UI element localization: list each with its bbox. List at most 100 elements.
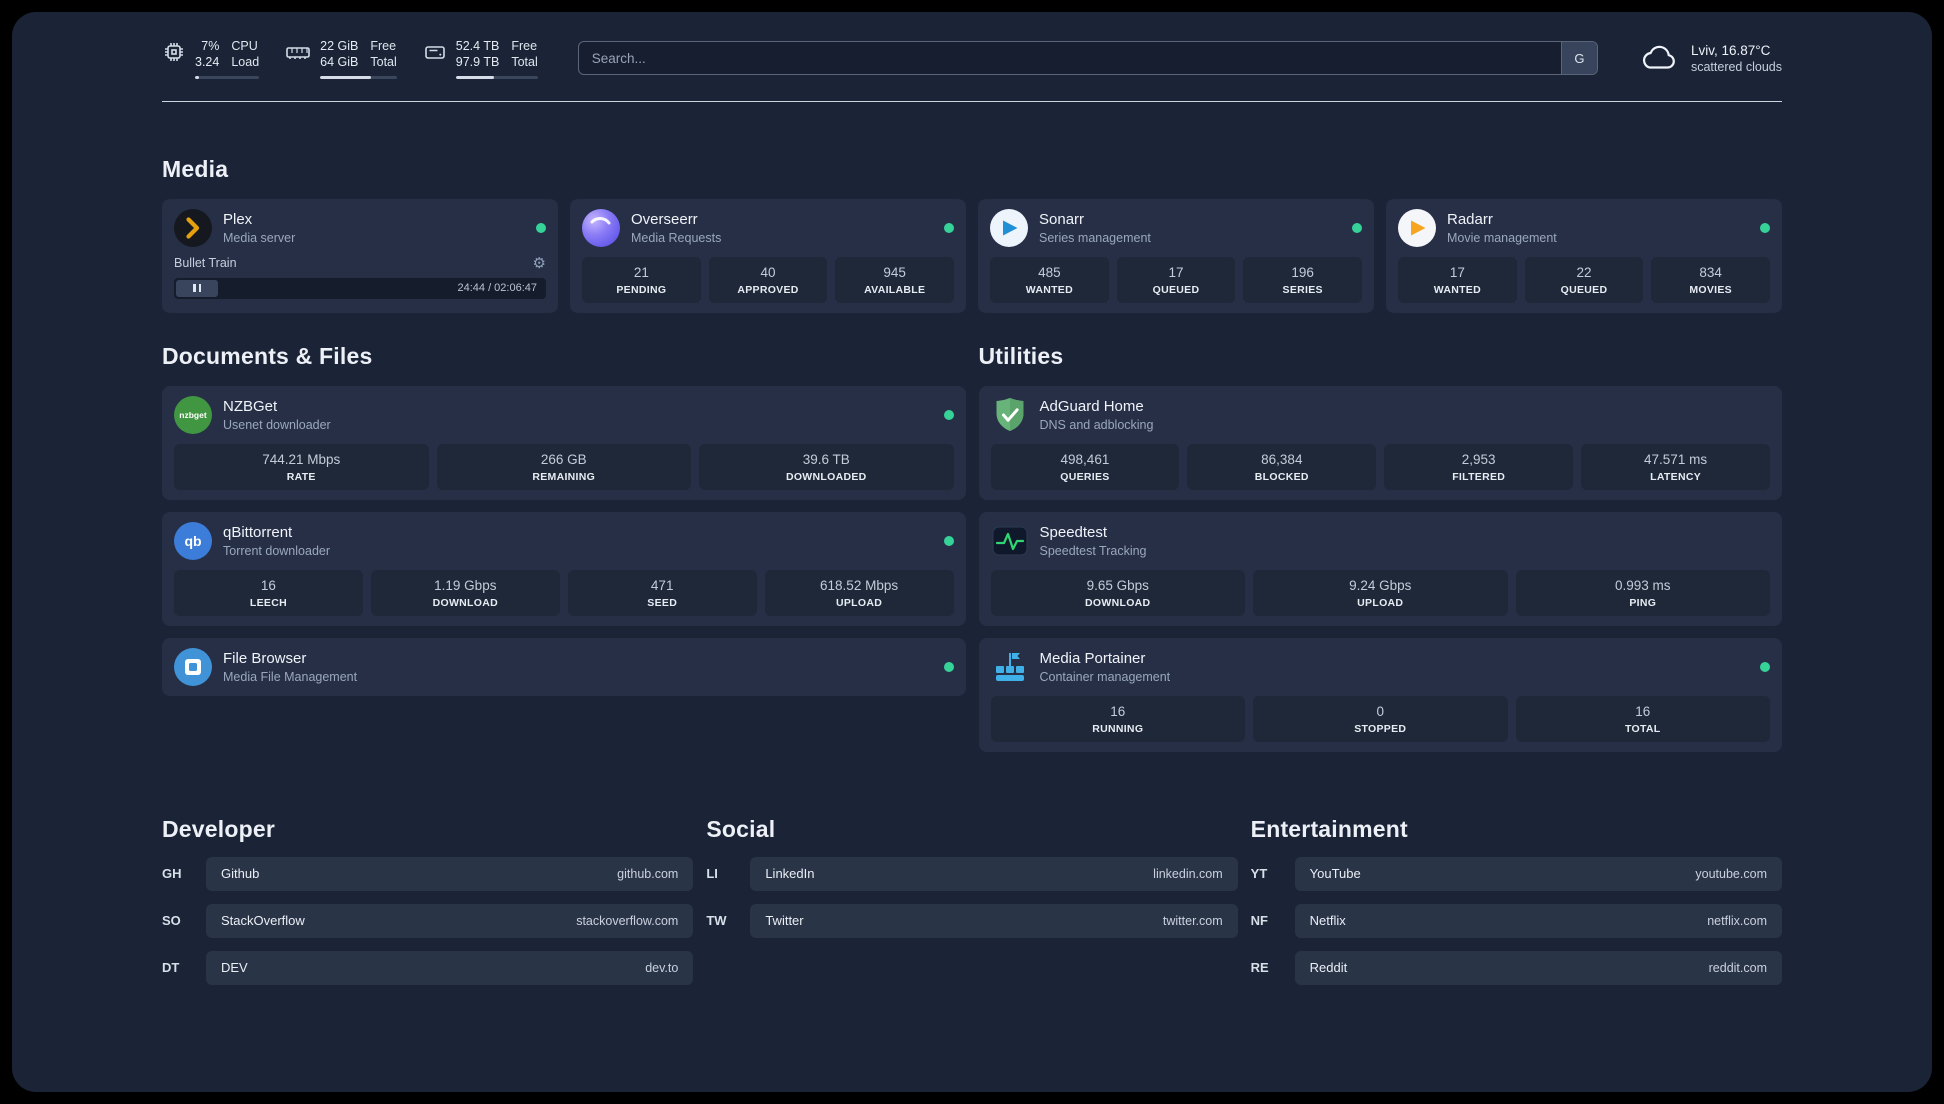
stat-queued: 17 QUEUED (1116, 256, 1236, 303)
overseerr-icon (582, 208, 620, 247)
stat-leech: 16 LEECH (174, 569, 363, 616)
service-subtitle: Torrent downloader (223, 543, 331, 558)
service-title: AdGuard Home (1039, 397, 1144, 415)
service-card-qbittorrent[interactable]: qb qBittorrent Torrent downloader 16 LEE… (162, 511, 966, 626)
cpu-progress-bar (195, 75, 260, 79)
playback-progress-bar[interactable]: 24:44 / 02:06:47 (174, 277, 546, 299)
stat-wanted: 17 WANTED (1398, 256, 1517, 303)
status-dot (943, 409, 954, 420)
service-card-titles: Radarr Movie management (1447, 211, 1557, 245)
cpu-widget: 7% 3.24 CPU Load (162, 38, 260, 79)
service-card-plex[interactable]: Plex Media server Bullet Train ⚙ 24:44 /… (162, 198, 558, 313)
service-card-titles: AdGuard Home DNS and adblocking (1040, 398, 1154, 432)
service-title: Sonarr (1039, 210, 1085, 228)
bookmark-name: LinkedIn (765, 866, 815, 881)
bookmark-url: stackoverflow.com (576, 913, 679, 928)
disk-progress-bar (455, 75, 538, 79)
search-provider-button[interactable]: G (1560, 42, 1597, 75)
service-card-nzbget[interactable]: nzbget NZBGet Usenet downloader 744.21 M… (162, 385, 966, 500)
bookmark-netflix[interactable]: NF Netflix netflix.com (1251, 903, 1782, 938)
memory-icon (285, 40, 311, 64)
service-title: Media Portainer (1039, 649, 1146, 667)
section-heading-media: Media (162, 155, 229, 182)
stat-available: 945 AVAILABLE (835, 256, 955, 303)
service-card-sonarr[interactable]: Sonarr Series management 485 WANTED 17 Q… (978, 198, 1374, 313)
service-title: Overseerr (631, 210, 698, 228)
bookmark-url: youtube.com (1695, 866, 1767, 881)
disk-icon (423, 40, 447, 64)
bookmark-url: reddit.com (1708, 960, 1767, 975)
stat-latency: 47.571 ms LATENCY (1581, 443, 1770, 490)
stat-upload: 9.24 Gbps UPLOAD (1253, 569, 1508, 616)
service-card-titles: qBittorrent Torrent downloader (223, 524, 330, 558)
bookmark-linkedin[interactable]: LI LinkedIn linkedin.com (706, 856, 1238, 891)
nzbget-icon: nzbget (174, 395, 212, 434)
topbar-divider (162, 100, 1782, 102)
service-card-radarr[interactable]: Radarr Movie management 17 WANTED 22 QUE… (1386, 198, 1782, 313)
section-heading-social: Social (706, 815, 776, 842)
stat-rate: 744.21 Mbps RATE (174, 443, 429, 490)
service-title: Radarr (1447, 210, 1493, 228)
service-card-speedtest[interactable]: Speedtest Speedtest Tracking 9.65 Gbps D… (978, 511, 1782, 626)
bookmark-github[interactable]: GH Github github.com (162, 856, 694, 891)
bookmark-name: YouTube (1309, 866, 1361, 881)
disk-readout: 52.4 TB 97.9 TB Free Total (455, 38, 538, 79)
section-utilities: Utilities AdGuard Home DNS and adblockin… (978, 343, 1782, 752)
disk-free-label: Free (511, 39, 538, 53)
service-subtitle: Media Requests (631, 230, 722, 245)
service-card-filebrowser[interactable]: File Browser Media File Management (162, 637, 966, 696)
bookmark-abbr: YT (1250, 866, 1268, 881)
service-subtitle: Container management (1039, 669, 1171, 684)
bookmark-group-social: Social LI LinkedIn linkedin.com TW Twitt… (706, 815, 1238, 985)
stat-ping: 0.993 ms PING (1515, 569, 1770, 616)
stat-stopped: 0 STOPPED (1253, 695, 1508, 742)
service-title: qBittorrent (223, 523, 293, 541)
stat-queries: 498,461 QUERIES (990, 443, 1180, 490)
bookmark-twitter[interactable]: TW Twitter twitter.com (706, 903, 1238, 938)
service-card-titles: File Browser Media File Management (223, 650, 357, 684)
service-subtitle: Media File Management (223, 669, 358, 684)
disk-free-value: 52.4 TB (455, 39, 500, 53)
bookmark-abbr: LI (706, 866, 718, 881)
service-card-overseerr[interactable]: Overseerr Media Requests 21 PENDING 40 A… (570, 198, 966, 313)
bookmark-url: twitter.com (1162, 913, 1223, 928)
service-card-titles: Overseerr Media Requests (631, 211, 721, 245)
stat-filtered: 2,953 FILTERED (1384, 443, 1574, 490)
stat-total: 16 TOTAL (1515, 695, 1770, 742)
bookmark-name: Reddit (1309, 960, 1348, 975)
stat-approved: 40 APPROVED (708, 256, 828, 303)
stat-download: 9.65 Gbps DOWNLOAD (990, 569, 1245, 616)
memory-widget: 22 GiB 64 GiB Free Total (285, 38, 397, 79)
bookmark-group-developer: Developer GH Github github.com SO StackO… (162, 815, 694, 985)
service-card-portainer[interactable]: Media Portainer Container management 16 … (978, 637, 1782, 752)
section-heading-developer: Developer (162, 815, 276, 842)
bookmark-stackoverflow[interactable]: SO StackOverflow stackoverflow.com (162, 903, 694, 938)
bookmark-reddit[interactable]: RE Reddit reddit.com (1251, 950, 1782, 985)
memory-readout: 22 GiB 64 GiB Free Total (320, 38, 397, 79)
bookmark-abbr: SO (162, 913, 181, 928)
status-dot (944, 222, 954, 233)
weather-readout: Lviv, 16.87°C scattered clouds (1691, 43, 1782, 74)
bookmark-url: github.com (617, 866, 679, 881)
cpu-load-label: Load (231, 55, 260, 70)
bookmark-abbr: TW (706, 913, 727, 928)
service-card-adguard[interactable]: AdGuard Home DNS and adblocking 498,461 … (978, 385, 1782, 500)
memory-free-label: Free (370, 39, 397, 53)
gear-icon[interactable]: ⚙ (533, 256, 546, 271)
memory-progress-bar (320, 75, 397, 79)
search-input[interactable] (577, 41, 1598, 76)
service-subtitle: Media server (223, 230, 296, 245)
cpu-usage-value: 7% (201, 39, 220, 53)
stat-queued: 22 QUEUED (1524, 256, 1644, 303)
bookmark-youtube[interactable]: YT YouTube youtube.com (1250, 856, 1782, 891)
bookmark-dev[interactable]: DT DEV dev.to (162, 950, 694, 985)
service-card-titles: Media Portainer Container management (1040, 650, 1171, 684)
bookmark-name: DEV (221, 960, 248, 975)
dashboard-screen: 7% 3.24 CPU Load 22 GiB 64 GiB Free Tota… (12, 12, 1932, 1092)
service-subtitle: Usenet downloader (223, 417, 331, 432)
cpu-icon (162, 40, 186, 64)
service-card-titles: NZBGet Usenet downloader (223, 398, 331, 432)
cpu-label: CPU (231, 39, 258, 53)
radarr-icon (1398, 208, 1436, 247)
pause-button[interactable] (176, 279, 218, 297)
